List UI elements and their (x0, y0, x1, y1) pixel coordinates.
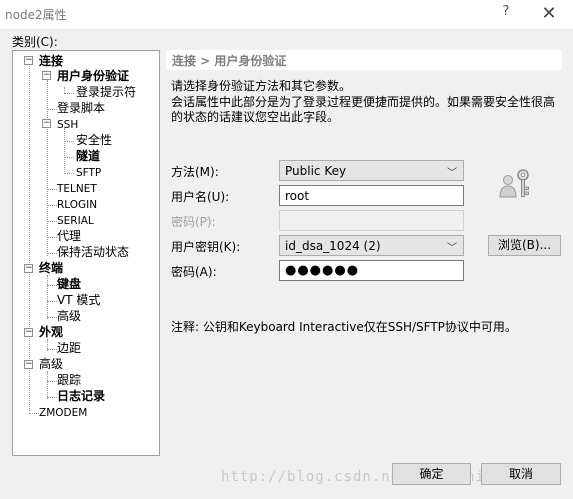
tree-connector (47, 205, 57, 206)
username-label: 用户名(U): (171, 190, 230, 204)
category-label: 类别(C): (12, 35, 58, 49)
user-key-value: id_dsa_1024 (2) (285, 239, 381, 253)
tree-item-keyboard[interactable]: 键盘 (57, 277, 81, 291)
password-label: 密码(P): (171, 215, 216, 229)
tree-item-sftp[interactable]: SFTP (76, 166, 101, 180)
tree-connector (64, 173, 74, 174)
title-bar: node2属性 ? ✕ (0, 0, 573, 30)
tree-item-advanced[interactable]: 高级 (39, 357, 63, 371)
tree-item-margins[interactable]: 边距 (57, 341, 81, 355)
tree-connector (47, 189, 57, 190)
tree-connector (64, 93, 74, 94)
tree-connector (47, 80, 48, 256)
window-title: node2属性 (5, 8, 67, 22)
ok-button[interactable]: 确定 (392, 463, 471, 485)
protocol-note: 注释: 公钥和Keyboard Interactive仅在SSH/SFTP协议中… (171, 320, 517, 334)
username-field[interactable]: root (279, 185, 464, 206)
tree-connector (47, 397, 57, 398)
tree-item-vt-modes[interactable]: VT 模式 (57, 293, 100, 307)
tree-connector (47, 221, 57, 222)
user-key-label: 用户密钥(K): (171, 240, 241, 254)
tree-connector (47, 317, 57, 318)
tree-connector (29, 413, 39, 414)
method-value: Public Key (285, 164, 347, 178)
chevron-down-icon: ﹀ (447, 168, 457, 179)
tree-item-security[interactable]: 安全性 (76, 133, 112, 147)
tree-connector (47, 237, 57, 238)
tree-connector (64, 141, 74, 142)
password-field (279, 210, 464, 231)
tree-connector (47, 285, 57, 286)
tree-item-appearance[interactable]: 外观 (39, 325, 63, 339)
tree-connector (47, 371, 48, 399)
method-label: 方法(M): (171, 165, 219, 179)
tree-connector (64, 128, 65, 172)
user-key-select[interactable]: id_dsa_1024 (2) ﹀ (279, 235, 464, 256)
passphrase-field[interactable]: ●●●●●● (279, 260, 464, 281)
tree-item-trace[interactable]: 跟踪 (57, 373, 81, 387)
tree-item-serial[interactable]: SERIAL (57, 214, 94, 228)
tree-item-login-script[interactable]: 登录脚本 (57, 101, 105, 115)
tree-item-proxy[interactable]: 代理 (57, 229, 81, 243)
tree-item-connection[interactable]: 连接 (39, 54, 63, 68)
collapse-icon[interactable]: − (42, 119, 51, 128)
tree-connector (47, 301, 57, 302)
tree-item-rlogin[interactable]: RLOGIN (57, 198, 97, 212)
tree-item-user-authentication[interactable]: 用户身份验证 (57, 69, 129, 83)
user-key-icon (497, 167, 533, 206)
tree-connector (47, 109, 57, 110)
tree-item-keep-alive[interactable]: 保持活动状态 (57, 245, 129, 259)
tree-connector (47, 381, 57, 382)
category-tree[interactable]: − − − − − − 连接 用户身份验证 登录提示符 登录脚本 SSH 安全性… (12, 50, 160, 456)
collapse-icon[interactable]: − (24, 56, 33, 65)
method-select[interactable]: Public Key ﹀ (279, 160, 464, 181)
tree-item-tunneling[interactable]: 隧道 (76, 149, 100, 163)
panel-description: 请选择身份验证方法和其它参数。 (171, 79, 352, 93)
panel-header: 连接 > 用户身份验证 (166, 50, 562, 70)
close-button[interactable]: ✕ (537, 3, 561, 25)
collapse-icon[interactable]: − (24, 264, 33, 273)
tree-item-logging[interactable]: 日志记录 (57, 389, 105, 403)
passphrase-label: 密码(A): (171, 265, 217, 279)
tree-item-telnet[interactable]: TELNET (57, 182, 97, 196)
tree-connector (47, 275, 48, 319)
tree-connector (47, 349, 57, 350)
tree-item-terminal-advanced[interactable]: 高级 (57, 309, 81, 323)
browse-button[interactable]: 浏览(B)... (488, 235, 561, 256)
collapse-icon[interactable]: − (42, 71, 51, 80)
collapse-icon[interactable]: − (24, 328, 33, 337)
cancel-button[interactable]: 取消 (481, 463, 561, 485)
tree-connector (47, 253, 57, 254)
tree-item-login-prompts[interactable]: 登录提示符 (76, 85, 136, 99)
chevron-down-icon: ﹀ (447, 243, 457, 254)
panel-hint: 会话属性中此部分是为了登录过程更便捷而提供的。如果需要安全性很高的状态的话建议您… (171, 95, 556, 124)
tree-item-ssh[interactable]: SSH (57, 118, 78, 132)
help-button[interactable]: ? (497, 4, 515, 24)
tree-item-terminal[interactable]: 终端 (39, 261, 63, 275)
collapse-icon[interactable]: − (24, 360, 33, 369)
tree-connector (64, 157, 74, 158)
tree-item-zmodem[interactable]: ZMODEM (39, 406, 87, 420)
